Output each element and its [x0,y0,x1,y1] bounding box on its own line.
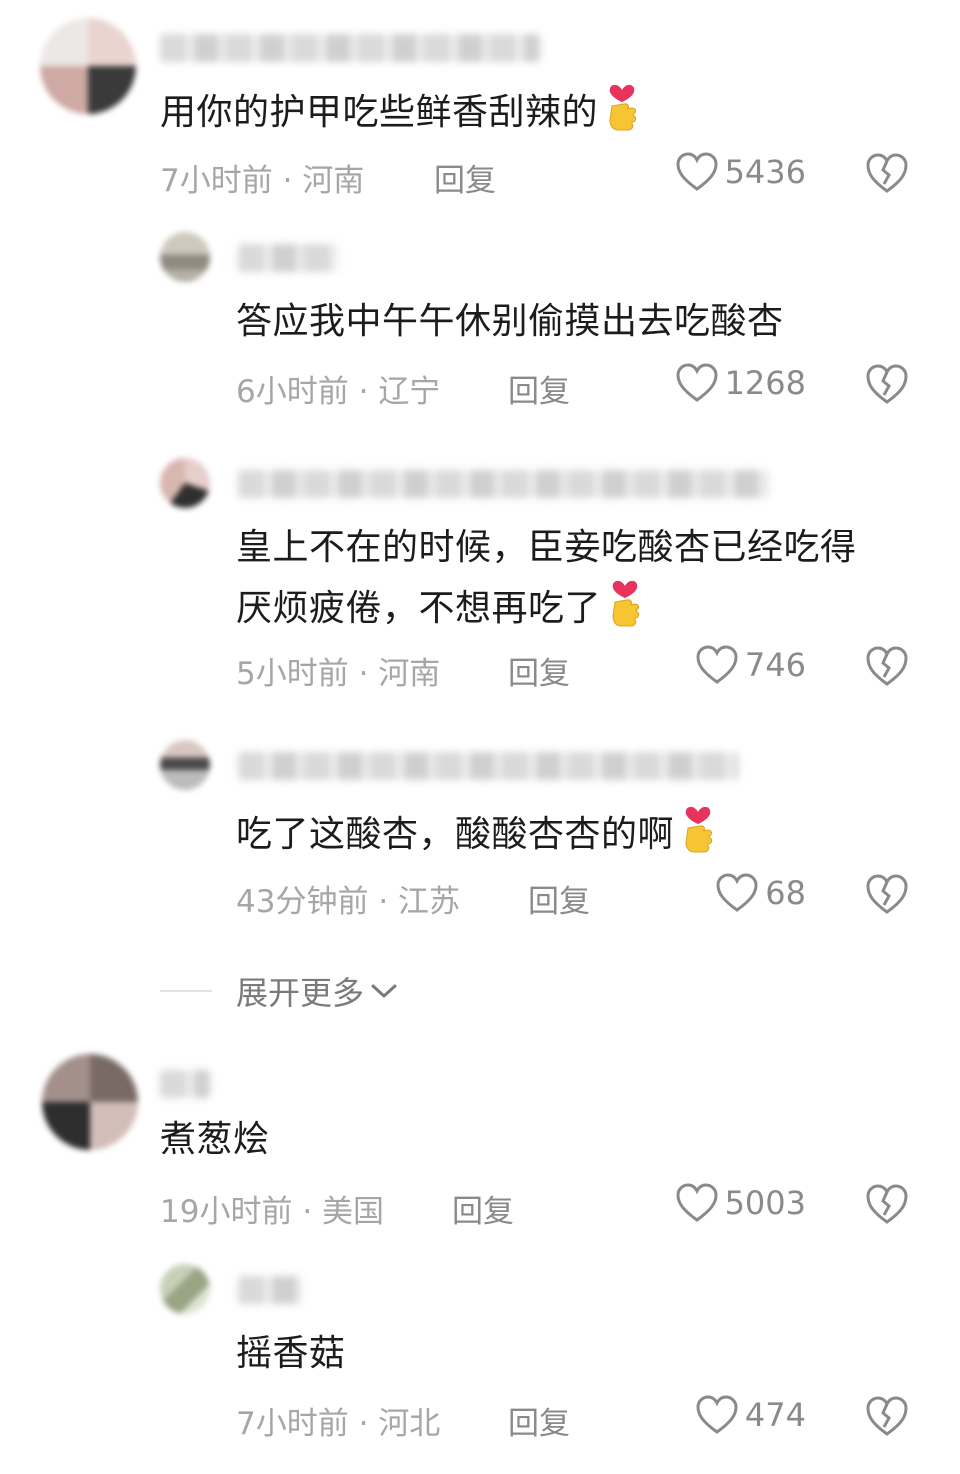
reply-button[interactable]: 回复 [508,648,570,693]
reply-button[interactable]: 回复 [434,155,496,200]
broken-heart-icon[interactable] [864,1183,910,1225]
comment-text: 摇香菇 [236,1333,346,1374]
avatar[interactable] [42,1054,138,1150]
like-count: 5003 [724,1184,806,1222]
like-count: 746 [744,646,806,684]
finger-heart-emoji [612,580,640,627]
divider-line [160,990,212,992]
expand-more-label: 展开更多 [236,974,365,1012]
like-button[interactable]: 5003 [675,1183,806,1223]
comment-meta: 43分钟前 · 江苏 [236,884,461,920]
avatar[interactable] [40,18,136,114]
avatar[interactable] [160,232,210,282]
broken-heart-icon[interactable] [864,873,910,915]
heart-outline-icon [676,152,718,191]
like-count: 68 [765,874,806,912]
heart-outline-icon [676,1183,718,1222]
like-button[interactable]: 68 [715,873,806,913]
broken-heart-icon[interactable] [864,1395,910,1437]
reply-button[interactable]: 回复 [452,1186,514,1231]
comment-meta: 6小时前 · 辽宁 [236,374,441,410]
comment-meta: 7小时前 · 河北 [236,1406,441,1442]
username-blurred[interactable] [238,752,738,780]
comment-text: 用你的护甲吃些鲜香刮辣的 [160,80,642,141]
like-count: 5436 [724,153,806,191]
heart-outline-icon [676,363,718,402]
username-blurred[interactable] [238,470,768,498]
heart-outline-icon [696,645,738,684]
reply-button[interactable]: 回复 [508,366,570,411]
comment-meta: 5小时前 · 河南 [236,656,441,692]
comment-text: 煮葱烩 [160,1119,270,1160]
broken-heart-icon[interactable] [864,363,910,405]
avatar[interactable] [160,740,210,790]
heart-outline-icon [696,1395,738,1434]
like-button[interactable]: 746 [695,645,806,685]
finger-heart-emoji [609,84,637,131]
finger-heart-emoji [685,806,713,853]
reply-button[interactable]: 回复 [528,876,590,921]
like-button[interactable]: 474 [695,1395,806,1435]
broken-heart-icon[interactable] [864,645,910,687]
broken-heart-icon[interactable] [864,152,910,194]
comment-text: 吃了这酸杏，酸酸杏杏的啊 [236,802,718,863]
comment-text: 皇上不在的时候，臣妾吃酸杏已经吃得 厌烦疲倦，不想再吃了 [236,527,857,629]
expand-more-replies[interactable]: 展开更多 [160,968,398,1014]
username-blurred[interactable] [238,244,338,272]
username-blurred[interactable] [160,34,540,62]
username-blurred[interactable] [160,1070,210,1098]
comment-text: 答应我中午午休别偷摸出去吃酸杏 [236,301,784,342]
reply-button[interactable]: 回复 [508,1398,570,1443]
comment-meta: 19小时前 · 美国 [160,1194,385,1230]
avatar[interactable] [160,1264,210,1314]
heart-outline-icon [716,873,758,912]
comment-meta: 7小时前 · 河南 [160,163,365,199]
like-button[interactable]: 1268 [675,363,806,403]
username-blurred[interactable] [238,1276,302,1304]
like-count: 474 [744,1396,806,1434]
like-count: 1268 [724,364,806,402]
avatar[interactable] [160,458,210,508]
like-button[interactable]: 5436 [675,152,806,192]
chevron-down-icon [371,984,397,998]
